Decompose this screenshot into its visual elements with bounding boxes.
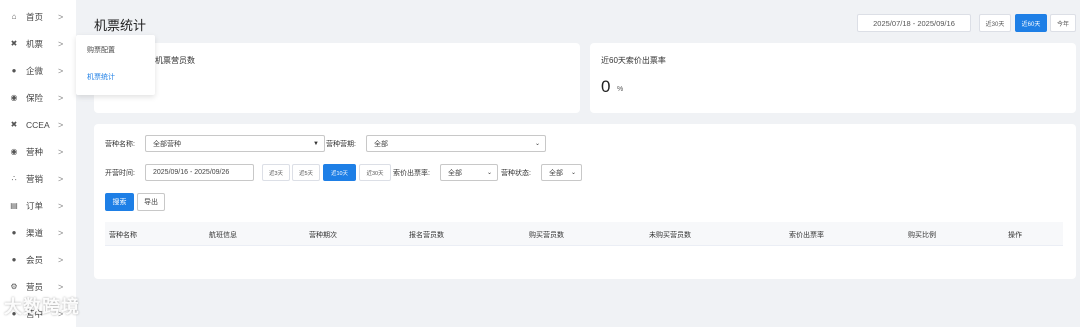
sidebar-item-label: 营员 xyxy=(26,281,44,292)
stat-unit: % xyxy=(617,86,624,93)
this-year-button[interactable]: 今年 xyxy=(1050,14,1076,32)
open-time-range-input[interactable]: 2025/09/16 - 2025/09/26 xyxy=(145,164,254,181)
submenu-item-ticket-config[interactable]: 购票配置 xyxy=(87,45,115,55)
column-header: 营种名称 xyxy=(109,232,137,239)
sidebar-item-camp-type[interactable]: ◉ 营种 > xyxy=(0,138,76,165)
caret-down-icon: ▼ xyxy=(313,140,319,147)
chevron-down-icon: ⌄ xyxy=(570,170,576,176)
page-title: 机票统计 xyxy=(94,18,147,33)
stat-card-ticket-rate: 近60天索价出票率 0 % xyxy=(590,43,1076,113)
column-header: 航班信息 xyxy=(209,232,237,239)
sidebar-item-label: CCEA xyxy=(26,119,50,130)
last-60-days-button[interactable]: 近60天 xyxy=(1015,14,1047,32)
sidebar-item-channels[interactable]: ● 渠道 > xyxy=(0,219,76,246)
column-header: 购买比例 xyxy=(908,232,936,239)
open-time-label: 开营时间: xyxy=(105,170,135,177)
chevron-right-icon: > xyxy=(58,146,64,157)
sidebar-item-orders[interactable]: ▤ 订单 > xyxy=(0,192,76,219)
chevron-down-icon: ⌄ xyxy=(486,170,492,176)
export-button[interactable]: 导出 xyxy=(137,193,165,211)
shield-icon: ◉ xyxy=(10,93,18,102)
column-header: 营种期次 xyxy=(309,232,337,239)
sidebar-item-home[interactable]: ⌂ 首页 > xyxy=(0,3,76,30)
tools-icon: ✖ xyxy=(10,120,18,129)
camp-name-label: 营种名称: xyxy=(105,141,135,148)
column-header: 未购买营员数 xyxy=(649,232,691,239)
last-30-days-range-button[interactable]: 近30天 xyxy=(359,164,391,181)
badge-icon: ◉ xyxy=(10,147,18,156)
sidebar-item-label: 保险 xyxy=(26,92,44,103)
chevron-right-icon: > xyxy=(58,281,64,292)
last-10-days-button[interactable]: 近10天 xyxy=(323,164,356,181)
camp-period-label: 营种营期: xyxy=(326,141,356,148)
last-3-days-button[interactable]: 近3天 xyxy=(262,164,290,181)
sidebar-item-label: 订单 xyxy=(26,200,44,211)
column-header: 购买营员数 xyxy=(529,232,564,239)
sidebar-item-label: 机票 xyxy=(26,38,44,49)
date-range-picker[interactable]: 2025/07/18 - 2025/09/16 xyxy=(857,14,971,32)
ticket-rate-value: 全部 xyxy=(448,169,462,177)
ticket-rate-select[interactable]: 全部 ⌄ xyxy=(440,164,498,181)
home-icon: ⌂ xyxy=(11,12,17,21)
table-header: 营种名称 航班信息 营种期次 报名营员数 购买营员数 未购买营员数 索价出票率 … xyxy=(105,222,1063,246)
sidebar-item-members[interactable]: ● 会员 > xyxy=(0,246,76,273)
chat-icon: ● xyxy=(11,66,17,75)
camp-period-value: 全部 xyxy=(374,140,388,148)
sidebar-item-label: 企微 xyxy=(26,65,44,76)
watermark-text: 大数跨境 xyxy=(4,297,80,317)
handshake-icon: ● xyxy=(11,228,17,237)
sidebar-item-label: 会员 xyxy=(26,254,44,265)
flight-submenu: 购票配置 机票统计 xyxy=(76,35,155,95)
chevron-right-icon: > xyxy=(58,254,64,265)
camp-status-value: 全部 xyxy=(549,169,563,177)
chevron-right-icon: > xyxy=(58,173,64,184)
chevron-right-icon: > xyxy=(58,38,64,49)
stat-value: 0 xyxy=(601,77,611,96)
sidebar-item-ccea[interactable]: ✖ CCEA > xyxy=(0,111,76,138)
column-header: 报名营员数 xyxy=(409,232,444,239)
watermark-logo: 大数跨境 xyxy=(4,293,80,319)
open-time-value: 2025/09/16 - 2025/09/26 xyxy=(153,169,230,176)
camp-name-value: 全部营种 xyxy=(153,140,181,148)
camp-status-select[interactable]: 全部 ⌄ xyxy=(541,164,582,181)
chevron-right-icon: > xyxy=(58,200,64,211)
sidebar-item-flight[interactable]: ✖ 机票 > xyxy=(0,30,76,57)
stat-label: 近60天索价出票率 xyxy=(601,56,666,65)
last-5-days-button[interactable]: 近5天 xyxy=(292,164,320,181)
camp-status-label: 营种状态: xyxy=(501,170,531,177)
sidebar-item-marketing[interactable]: ∴ 营销 > xyxy=(0,165,76,192)
sidebar: ⌂ 首页 > ✖ 机票 > ● 企微 > ◉ 保险 > ✖ CCEA > ◉ 营… xyxy=(0,0,76,327)
list-icon: ▤ xyxy=(10,201,18,210)
search-button[interactable]: 搜索 xyxy=(105,193,134,211)
chevron-right-icon: > xyxy=(58,65,64,76)
sidebar-item-wecom[interactable]: ● 企微 > xyxy=(0,57,76,84)
sidebar-item-label: 营种 xyxy=(26,146,44,157)
chevron-right-icon: > xyxy=(58,119,64,130)
stat-label: 机票营员数 xyxy=(155,56,195,65)
column-header: 操作 xyxy=(1008,232,1022,239)
chevron-right-icon: > xyxy=(58,92,64,103)
last-30-days-button[interactable]: 近30天 xyxy=(979,14,1011,32)
network-icon: ∴ xyxy=(11,174,17,183)
gear-icon: ⚙ xyxy=(10,282,18,291)
column-header: 索价出票率 xyxy=(789,232,824,239)
sidebar-item-insurance[interactable]: ◉ 保险 > xyxy=(0,84,76,111)
chevron-right-icon: > xyxy=(58,227,64,238)
chevron-down-icon: ⌄ xyxy=(534,141,540,147)
tools-icon: ✖ xyxy=(10,39,18,48)
sidebar-item-label: 渠道 xyxy=(26,227,44,238)
submenu-item-flight-stats[interactable]: 机票统计 xyxy=(87,72,115,82)
camp-name-select[interactable]: 全部营种 ▼ xyxy=(145,135,325,152)
sidebar-item-label: 首页 xyxy=(26,11,44,22)
user-icon: ● xyxy=(11,255,17,264)
stat-card-flight-campers: 机票营员数 xyxy=(94,43,580,113)
ticket-rate-label: 索价出票率: xyxy=(393,170,430,177)
chevron-right-icon: > xyxy=(58,11,64,22)
sidebar-item-label: 营销 xyxy=(26,173,44,184)
camp-period-select[interactable]: 全部 ⌄ xyxy=(366,135,546,152)
